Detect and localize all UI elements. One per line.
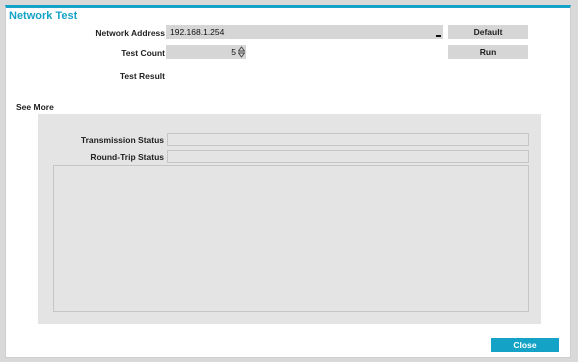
result-output-area[interactable]	[53, 165, 529, 312]
close-button[interactable]: Close	[491, 338, 559, 352]
network-address-value: 192.168.1.254	[170, 27, 225, 37]
dialog-title: Network Test	[9, 10, 78, 22]
see-more-panel: Transmission Status Round-Trip Status	[38, 114, 541, 324]
network-test-dialog: Network Test Network Address 192.168.1.2…	[5, 5, 571, 358]
test-result-label: Test Result	[119, 71, 165, 81]
test-count-label: Test Count	[121, 48, 165, 58]
network-address-input[interactable]: 192.168.1.254	[166, 25, 443, 39]
test-count-value: 5	[231, 47, 236, 57]
run-button[interactable]: Run	[448, 45, 528, 59]
default-button[interactable]: Default	[448, 25, 528, 39]
text-caret-icon	[436, 35, 441, 37]
see-more-title: See More	[16, 102, 54, 112]
transmission-status-field	[167, 133, 529, 146]
transmission-status-label: Transmission Status	[80, 135, 164, 145]
round-trip-status-field	[167, 150, 529, 163]
spinner-arrows-icon[interactable]	[238, 46, 245, 58]
network-address-label: Network Address	[95, 28, 165, 38]
test-count-input[interactable]: 5	[166, 45, 246, 59]
round-trip-status-label: Round-Trip Status	[90, 152, 164, 162]
